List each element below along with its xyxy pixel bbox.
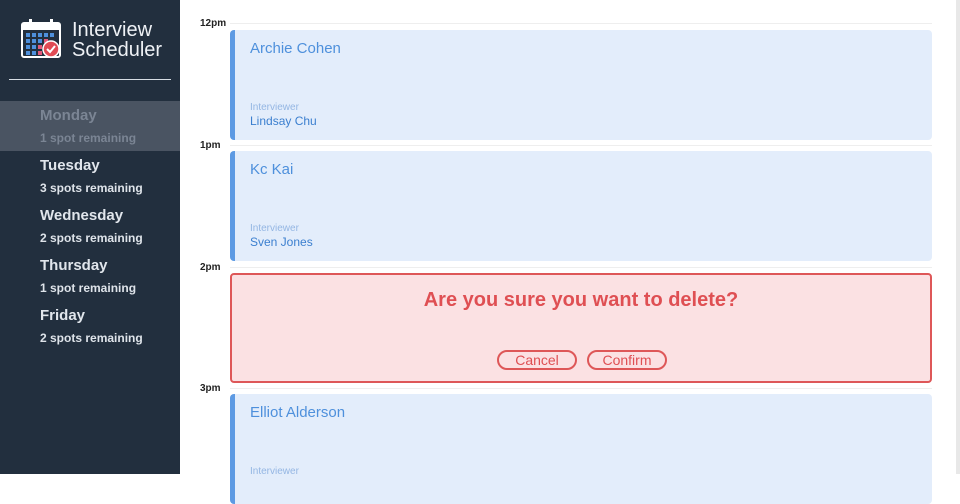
interviewer-name: Sven Jones bbox=[250, 235, 313, 249]
student-name: Elliot Alderson bbox=[250, 404, 346, 421]
time-divider bbox=[230, 23, 932, 24]
scrollbar[interactable] bbox=[956, 0, 960, 474]
app-logo: Interview Scheduler bbox=[20, 18, 170, 62]
student-name: Archie Cohen bbox=[250, 40, 341, 57]
day-item-friday[interactable]: Friday 2 spots remaining bbox=[0, 301, 180, 351]
app-title: Interview Scheduler bbox=[72, 20, 162, 60]
interviewer-name: Lindsay Chu bbox=[250, 114, 317, 128]
day-spots: 1 spot remaining bbox=[40, 131, 137, 145]
day-item-wednesday[interactable]: Wednesday 2 spots remaining bbox=[0, 201, 180, 251]
sidebar: Interview Scheduler Monday 1 spot remain… bbox=[0, 0, 180, 474]
day-name: Monday bbox=[40, 107, 97, 124]
calendar-check-icon bbox=[21, 19, 61, 58]
day-spots: 2 spots remaining bbox=[40, 331, 143, 345]
cancel-button[interactable]: Cancel bbox=[497, 350, 577, 370]
time-label: 3pm bbox=[200, 383, 221, 394]
day-item-thursday[interactable]: Thursday 1 spot remaining bbox=[0, 251, 180, 301]
appointment-card[interactable]: Kc Kai Interviewer Sven Jones bbox=[230, 151, 932, 261]
confirm-button[interactable]: Confirm bbox=[587, 350, 667, 370]
day-item-tuesday[interactable]: Tuesday 3 spots remaining bbox=[0, 151, 180, 201]
day-spots: 3 spots remaining bbox=[40, 181, 143, 195]
interviewer-label: Interviewer bbox=[250, 466, 299, 477]
time-divider bbox=[230, 388, 932, 389]
time-label: 1pm bbox=[200, 140, 221, 151]
app-title-line2: Scheduler bbox=[72, 39, 163, 61]
day-item-monday[interactable]: Monday 1 spot remaining bbox=[0, 101, 180, 151]
app-title-line1: Interview bbox=[72, 19, 153, 41]
interviewer-label: Interviewer bbox=[250, 223, 299, 234]
time-label: 12pm bbox=[200, 18, 227, 29]
student-name: Kc Kai bbox=[250, 161, 294, 178]
appointment-card[interactable]: Elliot Alderson Interviewer bbox=[230, 394, 932, 504]
time-divider bbox=[230, 145, 932, 146]
time-label: 2pm bbox=[200, 262, 221, 273]
day-name: Wednesday bbox=[40, 207, 124, 224]
day-name: Friday bbox=[40, 307, 86, 324]
interviewer-label: Interviewer bbox=[250, 102, 299, 113]
schedule: 12pm Archie Cohen Interviewer Lindsay Ch… bbox=[180, 0, 960, 504]
day-list: Monday 1 spot remaining Tuesday 3 spots … bbox=[0, 101, 180, 351]
appointment-card[interactable]: Archie Cohen Interviewer Lindsay Chu bbox=[230, 30, 932, 140]
day-spots: 2 spots remaining bbox=[40, 231, 143, 245]
day-spots: 1 spot remaining bbox=[40, 281, 137, 295]
delete-confirmation: Are you sure you want to delete? Cancel … bbox=[230, 273, 932, 383]
confirm-message: Are you sure you want to delete? bbox=[423, 289, 739, 311]
sidebar-divider bbox=[9, 79, 171, 80]
day-name: Tuesday bbox=[40, 157, 100, 174]
day-name: Thursday bbox=[40, 257, 108, 274]
time-divider bbox=[230, 267, 932, 268]
